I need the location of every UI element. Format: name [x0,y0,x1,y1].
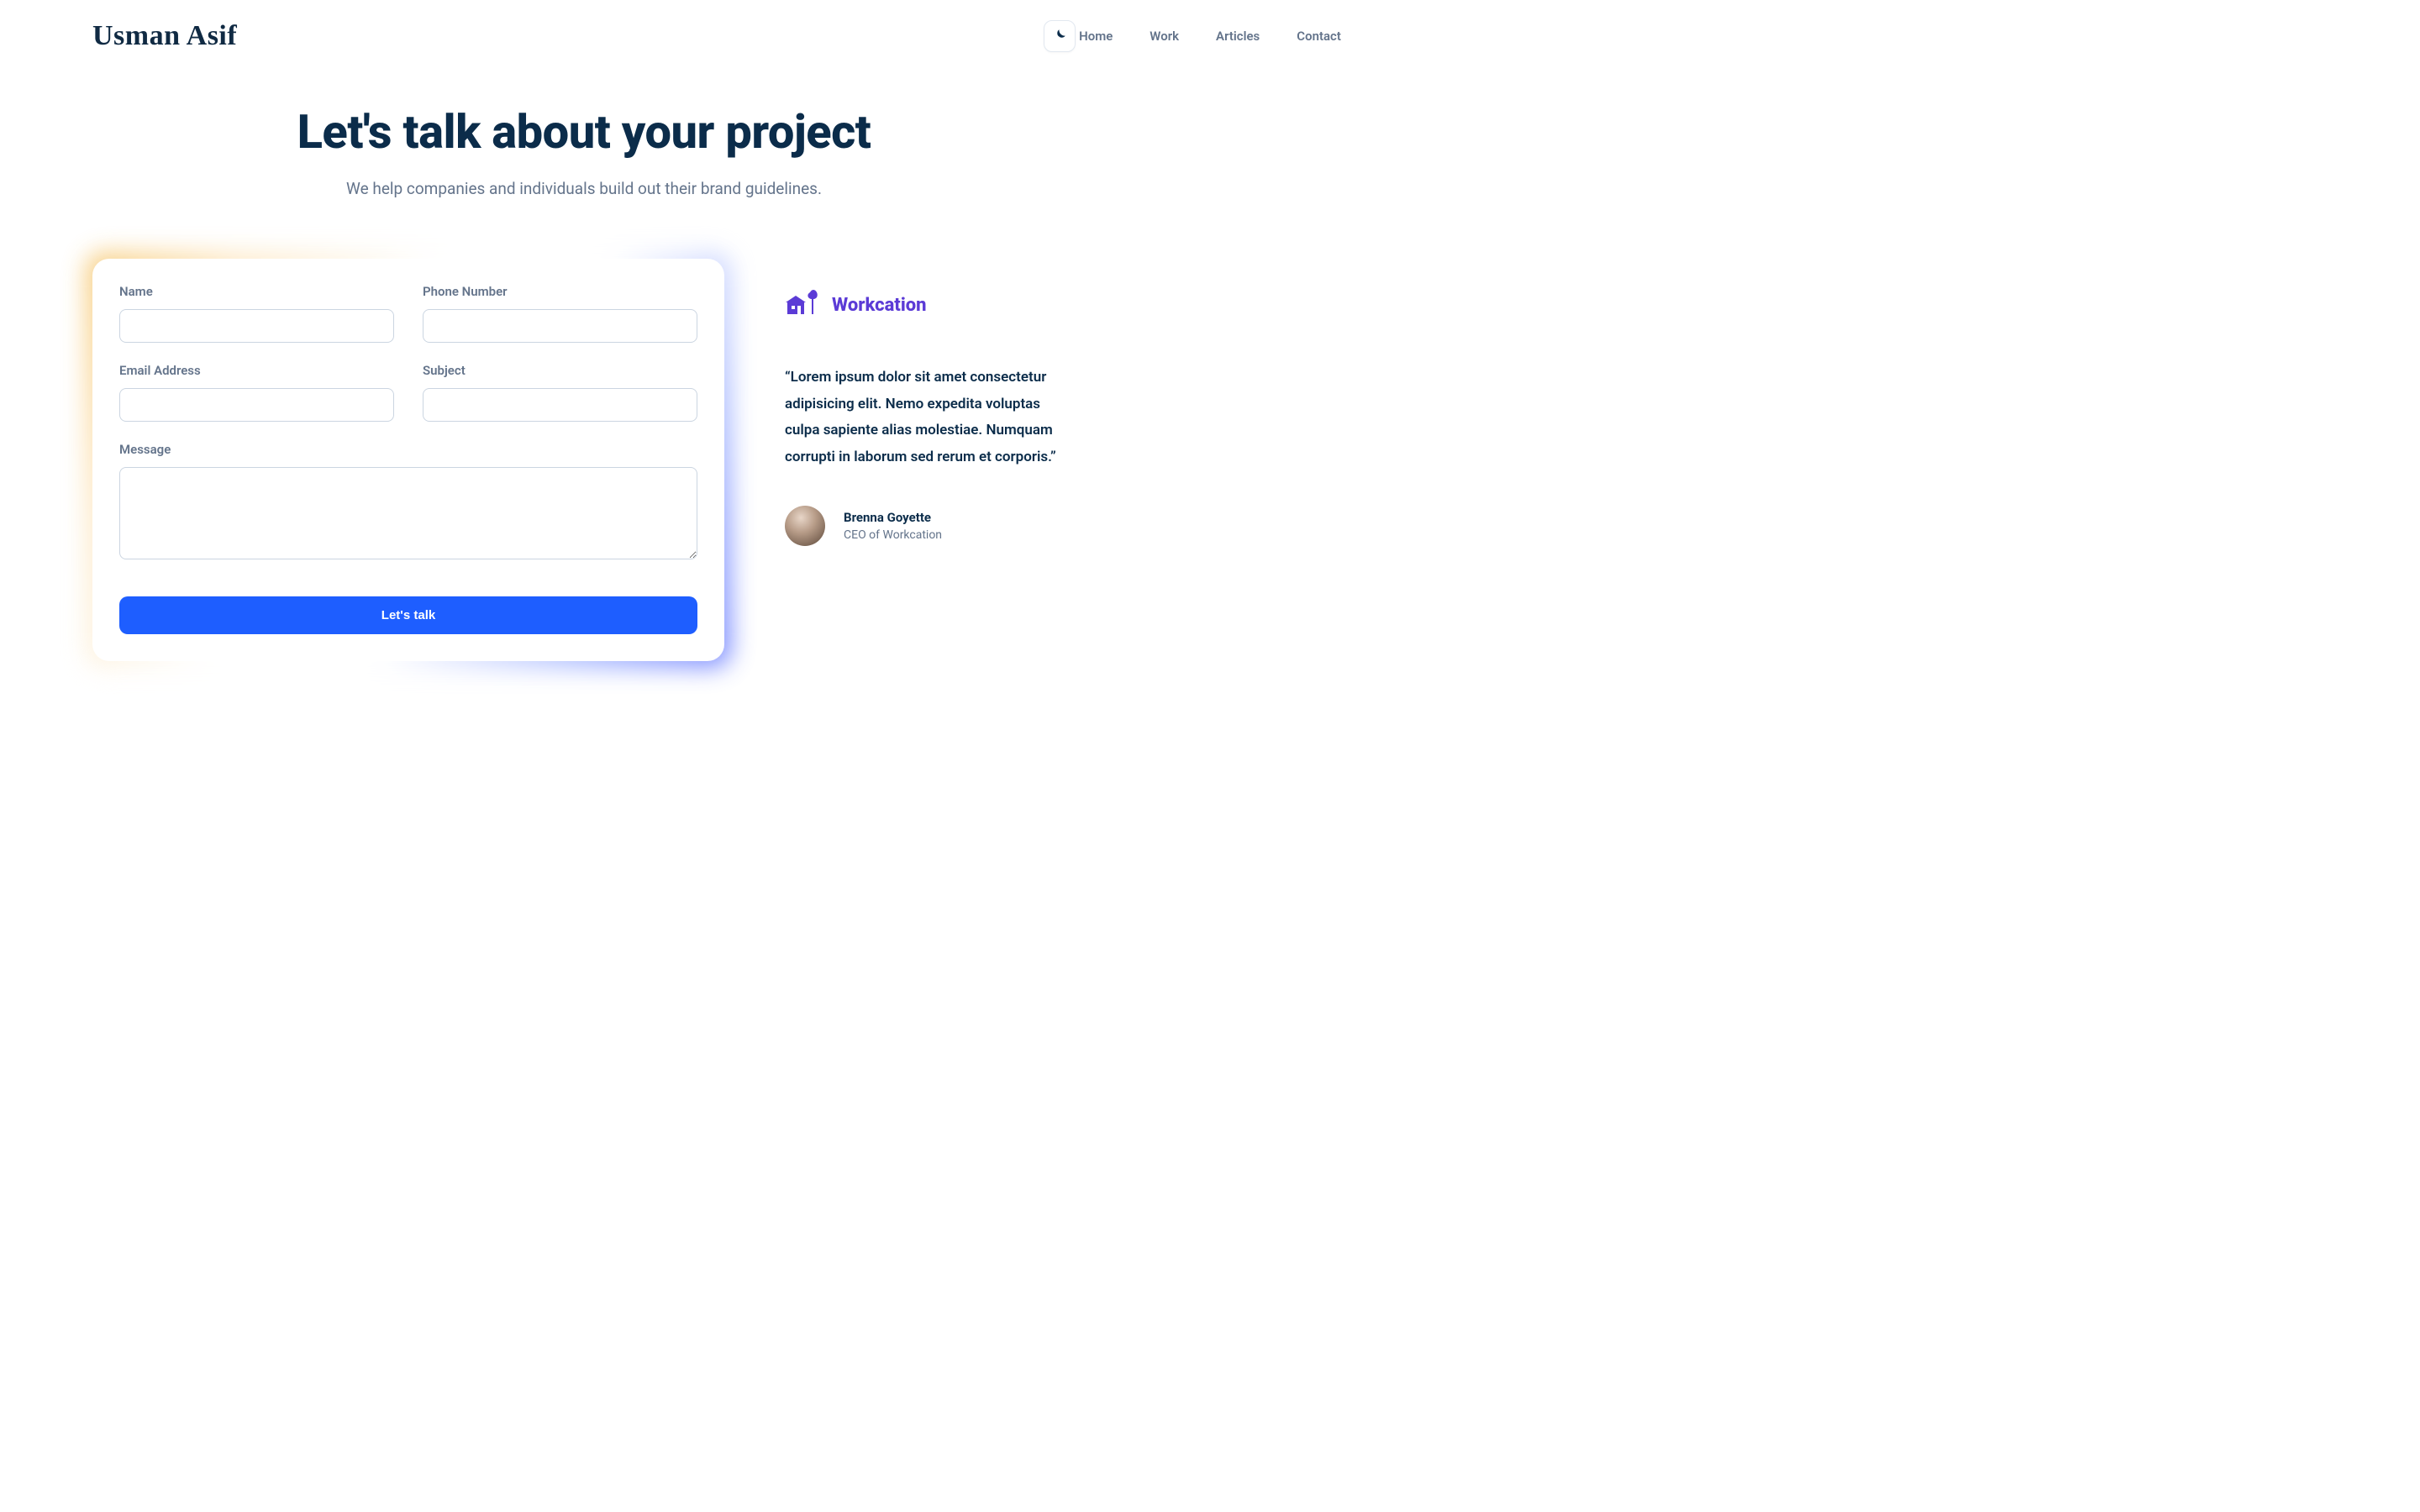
message-input[interactable] [119,467,697,559]
theme-toggle-button[interactable] [1044,20,1076,52]
field-message: Message [119,442,697,563]
nav-links: Home Work Articles Contact [1079,29,1341,44]
author-name: Brenna Goyette [844,510,942,525]
workcation-icon [785,289,820,321]
testimonial-quote: “Lorem ipsum dolor sit amet consectetur … [785,365,1076,470]
nav-link-work[interactable]: Work [1150,29,1179,44]
site-logo[interactable]: Usman Asif [92,20,237,52]
author-title: CEO of Workcation [844,528,942,542]
nav-link-articles[interactable]: Articles [1216,29,1260,44]
name-input[interactable] [119,309,394,343]
testimonial-brand: Workcation [785,289,1076,321]
field-subject: Subject [423,363,697,422]
label-message: Message [119,442,697,457]
testimonial: Workcation “Lorem ipsum dolor sit amet c… [785,259,1076,546]
label-email: Email Address [119,363,394,378]
subject-input[interactable] [423,388,697,422]
contact-form-wrapper: Name Phone Number Email Address Subject [92,259,724,661]
nav-link-home[interactable]: Home [1079,29,1113,44]
page-subtitle: We help companies and individuals build … [92,179,1076,198]
submit-button[interactable]: Let's talk [119,596,697,634]
content-row: Name Phone Number Email Address Subject [92,259,1076,661]
label-phone: Phone Number [423,284,697,299]
email-input[interactable] [119,388,394,422]
testimonial-author: Brenna Goyette CEO of Workcation [785,506,1076,546]
moon-icon [1052,28,1067,45]
contact-form: Name Phone Number Email Address Subject [92,259,724,661]
field-phone: Phone Number [423,284,697,343]
nav-link-contact[interactable]: Contact [1297,29,1341,44]
testimonial-brand-name: Workcation [832,295,927,316]
phone-input[interactable] [423,309,697,343]
avatar [785,506,825,546]
page-header: Let's talk about your project We help co… [92,106,1076,198]
navbar: Usman Asif Home Work Articles Contact [92,20,1076,52]
page-title: Let's talk about your project [92,106,1076,159]
field-email: Email Address [119,363,394,422]
label-name: Name [119,284,394,299]
field-name: Name [119,284,394,343]
label-subject: Subject [423,363,697,378]
